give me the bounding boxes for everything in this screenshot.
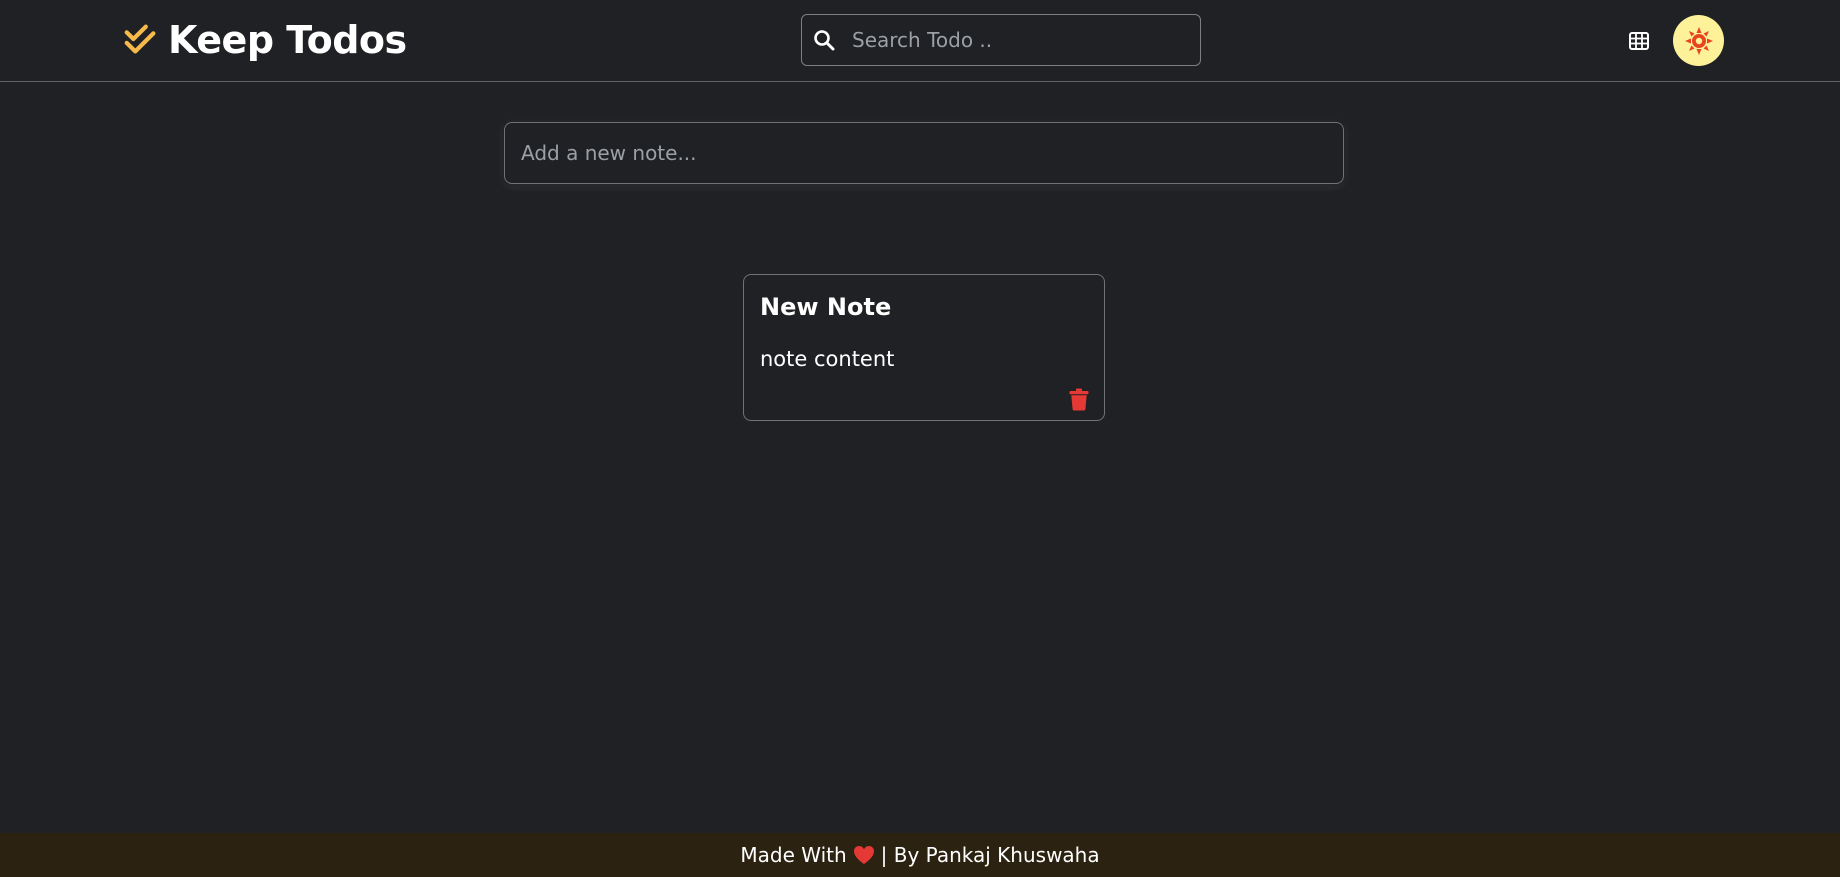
add-note-box[interactable] [504, 122, 1344, 184]
top-header: Keep Todos [0, 0, 1840, 82]
delete-note-button[interactable] [1066, 386, 1092, 412]
heart-icon [853, 846, 874, 864]
app-title: Keep Todos [168, 18, 407, 62]
note-title: New Note [760, 293, 892, 321]
grid-view-button[interactable] [1624, 26, 1654, 56]
add-note-input[interactable] [505, 123, 1343, 183]
footer-suffix: | By Pankaj Khuswaha [880, 843, 1100, 867]
double-check-icon [124, 24, 156, 54]
grid-view-icon [1629, 32, 1649, 50]
note-content: note content [760, 347, 895, 371]
search-icon [814, 30, 835, 51]
footer: Made With | By Pankaj Khuswaha [0, 833, 1840, 877]
brand[interactable]: Keep Todos [122, 18, 407, 62]
sun-icon [1684, 26, 1713, 55]
note-card[interactable]: New Note note content [743, 274, 1105, 421]
trash-icon [1069, 388, 1089, 410]
search-box[interactable] [801, 14, 1201, 66]
theme-toggle-button[interactable] [1673, 15, 1724, 66]
search-input[interactable] [836, 15, 1200, 65]
footer-prefix: Made With [740, 843, 847, 867]
